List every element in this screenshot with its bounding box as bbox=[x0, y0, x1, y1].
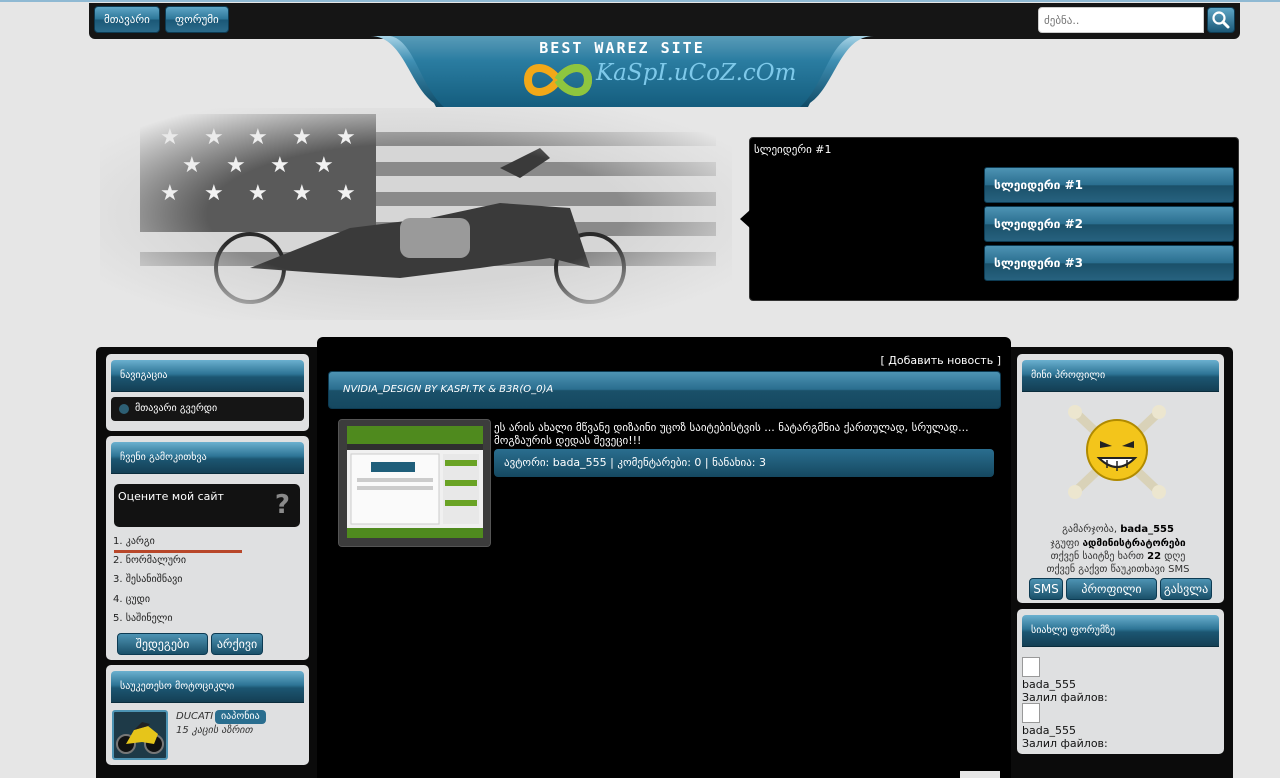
profile-button[interactable]: პროფილი bbox=[1066, 578, 1157, 600]
days-prefix: თქვენ საიტზე ხართ bbox=[1050, 551, 1144, 562]
days-count: 22 bbox=[1147, 551, 1162, 562]
mini-profile-title: მინი პროფილი bbox=[1022, 360, 1219, 392]
days-suffix: დღე bbox=[1164, 551, 1186, 562]
slider-panel: სლეიდერი #1 სლეიდერი #1 სლეიდერი #2 სლეი… bbox=[740, 137, 1239, 301]
motorcycle-icon bbox=[116, 722, 164, 754]
poll-archive-button[interactable]: არქივი bbox=[211, 633, 263, 655]
broken-image-icon bbox=[1022, 657, 1040, 677]
poll-results-button[interactable]: შედეგები bbox=[117, 633, 208, 655]
news-screenshot-thumbnail[interactable] bbox=[338, 419, 491, 547]
best-motorcycle-panel: საუკეთესო მოტოციკლი DUCATI იაპონია 15 კა… bbox=[106, 665, 309, 765]
broken-image-icon bbox=[1022, 703, 1040, 723]
poll-option-2[interactable]: 2. ნორმალური bbox=[113, 555, 186, 566]
forum-entry[interactable]: bada_555 Залил файлов: bbox=[1022, 703, 1108, 750]
forum-entry[interactable]: bada_555 Залил файлов: bbox=[1022, 657, 1108, 704]
days-line: თქვენ საიტზე ხართ 22 დღე bbox=[1017, 551, 1219, 562]
slider-tab-3[interactable]: სლეიდერი #3 bbox=[984, 245, 1234, 281]
top-navigation-bar: მთავარი ფორუმი bbox=[89, 3, 1240, 39]
top-border bbox=[0, 0, 1280, 2]
forum-entry-user: bada_555 bbox=[1022, 724, 1076, 737]
search-icon bbox=[1212, 11, 1230, 29]
navigation-panel: ნავიგაცია მთავარი გვერდი bbox=[106, 354, 309, 431]
country-badge[interactable]: იაპონია bbox=[215, 710, 266, 724]
nav-forum-button[interactable]: ფორუმი bbox=[165, 6, 229, 33]
navigation-title: ნავიგაცია bbox=[111, 360, 304, 392]
poll-panel: ჩვენი გამოკითხვა Оцените мой сайт ? 1. კ… bbox=[106, 436, 309, 660]
slider-current-title: სლეიდერი #1 bbox=[754, 143, 832, 156]
forum-entry-user: bada_555 bbox=[1022, 678, 1076, 691]
poll-option-5[interactable]: 5. საშინელი bbox=[113, 613, 173, 624]
group-label: ჯგუფი bbox=[1050, 538, 1080, 549]
infinity-logo-icon bbox=[523, 64, 593, 96]
poll-title: ჩვენი გამოკითხვა bbox=[111, 442, 304, 474]
mini-profile-panel: მინი პროფილი გამარჯობა, bada_555 ჯგუფი ა… bbox=[1017, 354, 1224, 603]
poll-option-4[interactable]: 4. ცუდი bbox=[113, 594, 150, 605]
greeting-line: გამარჯობა, bada_555 bbox=[1017, 524, 1219, 535]
nav-item-home[interactable]: მთავარი გვერდი bbox=[111, 397, 304, 421]
skull-smiley-avatar-icon bbox=[1068, 405, 1166, 499]
slider-tab-1[interactable]: სლეიდერი #1 bbox=[984, 167, 1234, 203]
news-title-link[interactable]: NVIDIA_DESIGN BY KASPI.TK & B3R(O_0)A bbox=[328, 371, 1001, 409]
news-meta-bar: ავტორი: bada_555 | კომენტარები: 0 | ნანა… bbox=[494, 449, 994, 477]
motorcycle-thumbnail[interactable] bbox=[112, 710, 168, 760]
slider-tab-2[interactable]: სლეიდერი #2 bbox=[984, 206, 1234, 242]
poll-question: Оцените мой сайт bbox=[118, 490, 224, 503]
user-avatar[interactable] bbox=[1067, 404, 1167, 500]
slider-pointer-arrow bbox=[740, 210, 750, 228]
forum-entry-action: Залил файлов: bbox=[1022, 737, 1108, 750]
search-button[interactable] bbox=[1207, 7, 1235, 33]
poll-option-1[interactable]: 1. კარგი bbox=[113, 536, 155, 547]
site-tagline: BEST WAREZ SITE bbox=[539, 39, 705, 57]
poll-result-bar bbox=[114, 550, 242, 553]
sms-button[interactable]: SMS bbox=[1029, 578, 1063, 600]
horizontal-scroll-indicator bbox=[960, 771, 1000, 778]
add-news-link[interactable]: [ Добавить новость ] bbox=[880, 354, 1001, 367]
search-input[interactable] bbox=[1038, 7, 1204, 33]
hero-motorcycle-flag-image: ★★★★★ ★★★★ ★★★★★ bbox=[100, 108, 732, 320]
nav-item-label: მთავარი გვერდი bbox=[135, 403, 218, 414]
motorcycle-brand: DUCATI bbox=[176, 711, 214, 722]
site-name-logo: KaSpI.uCoZ.cOm bbox=[596, 60, 797, 86]
site-header: BEST WAREZ SITE KaSpI.uCoZ.cOm bbox=[370, 36, 874, 107]
nav-home-button[interactable]: მთავარი bbox=[94, 6, 160, 33]
bullet-icon bbox=[119, 404, 129, 414]
forum-news-title: სიახლე ფორუმზე bbox=[1022, 615, 1219, 647]
poll-option-3[interactable]: 3. შესანიშნავი bbox=[113, 574, 182, 585]
news-column: [ Добавить новость ] NVIDIA_DESIGN BY KA… bbox=[317, 337, 1011, 778]
question-mark-icon: ? bbox=[274, 490, 290, 520]
greeting-label: გამარჯობა, bbox=[1062, 524, 1118, 535]
sms-line: თქვენ გაქვთ წაუკითხავი SMS bbox=[1046, 564, 1190, 575]
group-line: ჯგუფი ადმინისტრატორები bbox=[1017, 538, 1219, 549]
motorcycle-votes: 15 კაცის აზრით bbox=[176, 725, 253, 736]
user-group: ადმინისტრატორები bbox=[1082, 538, 1186, 549]
poll-question-box: Оцените мой сайт ? bbox=[114, 484, 300, 527]
username: bada_555 bbox=[1120, 524, 1174, 535]
logout-button[interactable]: გასვლა bbox=[1160, 578, 1212, 600]
best-motorcycle-title: საუკეთესო მოტოციკლი bbox=[111, 671, 304, 703]
news-excerpt: ეს არის ახალი მწვანე დიზაინი უცოზ საიტებ… bbox=[494, 421, 969, 447]
